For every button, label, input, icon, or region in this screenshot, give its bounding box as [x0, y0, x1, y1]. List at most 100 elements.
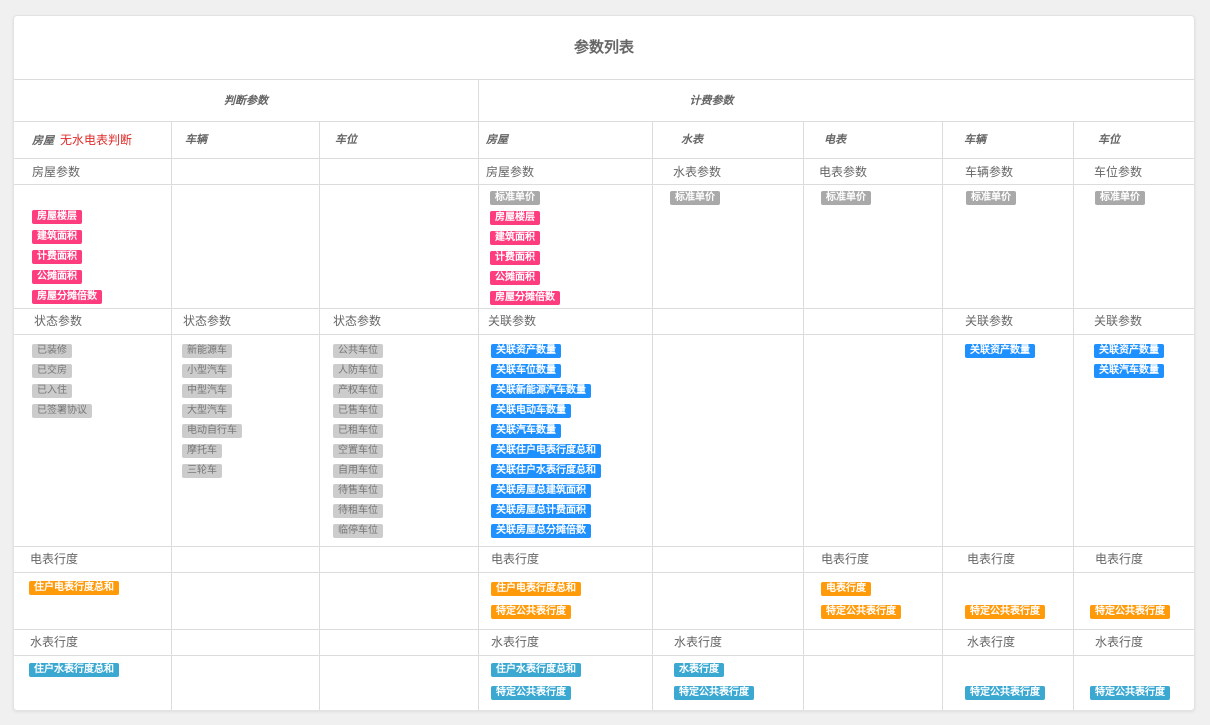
param-tag[interactable]: 公共车位 — [333, 344, 383, 358]
param-tag[interactable]: 大型汽车 — [182, 404, 232, 418]
param-tag[interactable]: 电动自行车 — [182, 424, 242, 438]
tag-list-house-elec: 住户电表行度总和 特定公共表行度 — [491, 582, 581, 625]
param-tag[interactable]: 已装修 — [32, 344, 72, 358]
param-tag[interactable]: 新能源车 — [182, 344, 232, 358]
param-tag[interactable]: 特定公共表行度 — [821, 605, 901, 619]
param-tag[interactable]: 三轮车 — [182, 464, 222, 478]
tag-list-vehicle-relations: 关联资产数量 — [965, 344, 1035, 364]
param-tag[interactable]: 电表行度 — [821, 582, 871, 596]
tag-list-elec-elec: 电表行度 特定公共表行度 — [821, 582, 901, 625]
tag-list-billing-house: 标准单价 房屋楼层 建筑面积 计费面积 公摊面积 房屋分摊倍数 — [490, 191, 560, 311]
param-tag[interactable]: 房屋分摊倍数 — [32, 290, 102, 304]
param-tag[interactable]: 标准单价 — [821, 191, 871, 205]
param-tag[interactable]: 住户电表行度总和 — [491, 582, 581, 596]
section-water-reading: 水表行度 — [674, 635, 723, 649]
tag-list-judge-house: 房屋楼层 建筑面积 计费面积 公摊面积 房屋分摊倍数 — [32, 210, 102, 310]
param-tag[interactable]: 中型汽车 — [182, 384, 232, 398]
section-water-params: 水表参数 — [673, 165, 722, 179]
param-tag[interactable]: 关联住户水表行度总和 — [491, 464, 601, 478]
param-tag[interactable]: 关联资产数量 — [1094, 344, 1164, 358]
param-tag[interactable]: 特定公共表行度 — [965, 686, 1045, 700]
divider — [652, 122, 653, 710]
param-tag[interactable]: 关联房屋总建筑面积 — [491, 484, 591, 498]
section-relation-params: 关联参数 — [1094, 314, 1143, 328]
divider — [942, 122, 943, 710]
divider — [14, 546, 1194, 547]
tag-list-house-status: 已装修 已交房 已入住 已签署协议 — [32, 344, 92, 424]
section-house-params: 房屋参数 — [32, 165, 81, 179]
param-tag[interactable]: 摩托车 — [182, 444, 222, 458]
section-elec-params: 电表参数 — [819, 165, 868, 179]
param-tag[interactable]: 人防车位 — [333, 364, 383, 378]
divider — [478, 80, 479, 710]
param-tag[interactable]: 计费面积 — [490, 251, 540, 265]
param-tag[interactable]: 特定公共表行度 — [491, 605, 571, 619]
param-tag[interactable]: 自用车位 — [333, 464, 383, 478]
group-header-billing: 计费参数 — [689, 94, 734, 107]
column-header-elec: 电表 — [824, 133, 846, 146]
param-tag[interactable]: 已售车位 — [333, 404, 383, 418]
column-header-parking: 车位 — [335, 133, 357, 146]
param-tag[interactable]: 产权车位 — [333, 384, 383, 398]
param-tag[interactable]: 已租车位 — [333, 424, 383, 438]
param-tag[interactable]: 特定公共表行度 — [1090, 686, 1170, 700]
param-tag[interactable]: 空置车位 — [333, 444, 383, 458]
param-tag[interactable]: 水表行度 — [674, 663, 724, 677]
param-tag[interactable]: 待租车位 — [333, 504, 383, 518]
param-tag[interactable]: 小型汽车 — [182, 364, 232, 378]
param-tag[interactable]: 关联车位数量 — [491, 364, 561, 378]
tag-list-vehicle-status: 新能源车 小型汽车 中型汽车 大型汽车 电动自行车 摩托车 三轮车 — [182, 344, 242, 484]
section-parking-params: 车位参数 — [1094, 165, 1143, 179]
column-header-vehicle: 车辆 — [185, 133, 207, 146]
param-tag[interactable]: 房屋分摊倍数 — [490, 291, 560, 305]
param-tag[interactable]: 已交房 — [32, 364, 72, 378]
param-tag[interactable]: 关联汽车数量 — [1094, 364, 1164, 378]
param-tag[interactable]: 关联资产数量 — [491, 344, 561, 358]
tag-list-house-relations: 关联资产数量 关联车位数量 关联新能源汽车数量 关联电动车数量 关联汽车数量 关… — [491, 344, 601, 544]
param-tag[interactable]: 关联电动车数量 — [491, 404, 571, 418]
param-tag[interactable]: 房屋楼层 — [32, 210, 82, 224]
param-tag[interactable]: 住户水表行度总和 — [29, 663, 119, 677]
tag-list-parking-relations: 关联资产数量 关联汽车数量 — [1094, 344, 1164, 384]
section-water-reading: 水表行度 — [967, 635, 1016, 649]
section-relation-params: 关联参数 — [488, 314, 537, 328]
param-tag[interactable]: 房屋楼层 — [490, 211, 540, 225]
param-tag[interactable]: 建筑面积 — [490, 231, 540, 245]
column-header-water: 水表 — [681, 133, 703, 146]
param-tag[interactable]: 已入住 — [32, 384, 72, 398]
param-tag[interactable]: 特定公共表行度 — [491, 686, 571, 700]
section-water-reading: 水表行度 — [1095, 635, 1144, 649]
param-tag[interactable]: 关联新能源汽车数量 — [491, 384, 591, 398]
tag-list-water: 标准单价 — [670, 191, 720, 211]
param-tag[interactable]: 特定公共表行度 — [965, 605, 1045, 619]
param-tag[interactable]: 标准单价 — [670, 191, 720, 205]
param-tag[interactable]: 关联住户电表行度总和 — [491, 444, 601, 458]
param-tag[interactable]: 公摊面积 — [32, 270, 82, 284]
param-tag[interactable]: 标准单价 — [1095, 191, 1145, 205]
param-tag[interactable]: 待售车位 — [333, 484, 383, 498]
param-tag[interactable]: 特定公共表行度 — [1090, 605, 1170, 619]
param-tag[interactable]: 标准单价 — [490, 191, 540, 205]
tag-list-vehicle: 标准单价 — [966, 191, 1016, 211]
param-tag[interactable]: 标准单价 — [966, 191, 1016, 205]
param-tag[interactable]: 公摊面积 — [490, 271, 540, 285]
section-status-params: 状态参数 — [183, 314, 232, 328]
param-tag[interactable]: 建筑面积 — [32, 230, 82, 244]
param-tag[interactable]: 计费面积 — [32, 250, 82, 264]
param-table-card: 参数列表 判断参数 计费参数 房屋 无水电表判断 车辆 车位 房屋 水表 电表 车… — [13, 15, 1195, 711]
param-tag[interactable]: 关联汽车数量 — [491, 424, 561, 438]
param-tag[interactable]: 已签署协议 — [32, 404, 92, 418]
param-tag[interactable]: 特定公共表行度 — [674, 686, 754, 700]
divider — [14, 572, 1194, 573]
column-header-house: 房屋 无水电表判断 — [32, 122, 132, 158]
param-tag[interactable]: 临停车位 — [333, 524, 383, 538]
param-tag[interactable]: 住户水表行度总和 — [491, 663, 581, 677]
param-tag[interactable]: 关联房屋总分摊倍数 — [491, 524, 591, 538]
section-elec-reading: 电表行度 — [967, 552, 1016, 566]
param-tag[interactable]: 住户电表行度总和 — [29, 581, 119, 595]
tag-list-house-water: 住户水表行度总和 特定公共表行度 — [491, 663, 581, 706]
param-tag[interactable]: 关联资产数量 — [965, 344, 1035, 358]
tag-list-parking: 标准单价 — [1095, 191, 1145, 211]
param-tag[interactable]: 关联房屋总计费面积 — [491, 504, 591, 518]
section-status-params: 状态参数 — [34, 314, 83, 328]
